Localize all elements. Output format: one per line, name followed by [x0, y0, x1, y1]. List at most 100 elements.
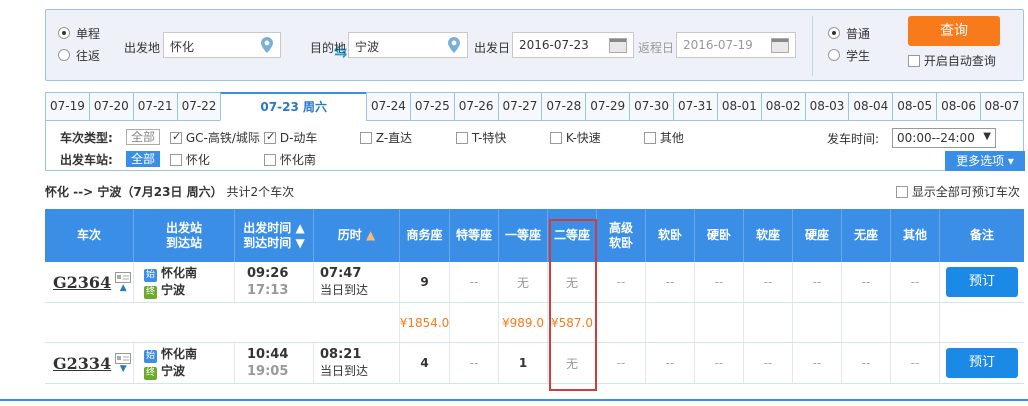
price-row: ¥1854.0 ¥989.0 ¥587.0 [45, 303, 1024, 343]
depart-date-input[interactable]: 2016-07-23 [512, 32, 634, 58]
th-time[interactable]: 出发时间 ▲ 到达时间 ▼ [235, 209, 314, 262]
radio-oneway[interactable]: 单程 [58, 26, 100, 41]
depart-label: 出发日 [474, 41, 511, 55]
filter-label: K-快速 [565, 131, 601, 145]
checkbox[interactable] [264, 130, 276, 144]
seat-soft-seat: -- [744, 343, 793, 383]
radio-roundtrip[interactable]: 往返 [58, 48, 100, 63]
date-tab[interactable]: 08-06 [936, 92, 981, 121]
depart-time-select[interactable]: 00:00--24:00 ▼ [892, 128, 996, 148]
return-value: 2016-07-19 [683, 38, 753, 52]
book-button[interactable]: 预订 [946, 267, 1018, 297]
date-tab[interactable]: 07-26 [453, 92, 498, 121]
th-hard-sleeper: 硬卧 [695, 209, 744, 262]
train-count: 共计2个车次 [226, 185, 295, 199]
table-row: G2364 ▲ 始怀化南 终宁波 09:26 17:13 07:47 当日到达 … [45, 262, 1024, 303]
th-soft-seat: 软座 [744, 209, 793, 262]
to-input[interactable]: 宁波 [348, 32, 468, 58]
price-empty [646, 303, 695, 342]
date-tab[interactable]: 07-28 [541, 92, 586, 121]
filter-k[interactable]: K-快速 [550, 129, 601, 146]
checkbox[interactable] [456, 132, 468, 144]
th-time-dep: 出发时间 ▲ [243, 220, 305, 235]
date-tab[interactable]: 07-20 [88, 92, 133, 121]
from-station: 始怀化南 [144, 347, 198, 363]
date-tab[interactable]: 08-02 [760, 92, 805, 121]
from-input[interactable]: 怀化 [163, 32, 281, 58]
station-huaihuanan[interactable]: 怀化南 [264, 151, 316, 168]
seat-first[interactable]: 无 [499, 262, 548, 302]
date-tab[interactable]: 08-03 [804, 92, 849, 121]
filter-gc[interactable]: GC-高铁/城际 [170, 129, 260, 146]
depart-time: 09:26 [247, 266, 289, 281]
book-button[interactable]: 预订 [946, 348, 1018, 378]
train-type-all-button[interactable]: 全部 [126, 129, 161, 145]
date-tab[interactable]: 07-30 [629, 92, 673, 121]
to-station: 终宁波 [144, 364, 186, 380]
date-tab[interactable]: 07-27 [497, 92, 542, 121]
station-cell: 始怀化南 终宁波 [134, 343, 235, 383]
show-all-checkbox[interactable]: 显示全部可预订车次 [896, 183, 1020, 200]
price-spacer [45, 303, 400, 342]
checkbox[interactable] [896, 186, 908, 198]
calendar-icon[interactable] [609, 38, 627, 53]
station-huaihua[interactable]: 怀化 [170, 151, 210, 168]
train-cell: G2364 ▲ [45, 262, 134, 302]
from-station: 始怀化南 [144, 266, 198, 282]
date-tab[interactable]: 07-31 [673, 92, 717, 121]
filter-z[interactable]: Z-直达 [360, 129, 412, 146]
date-tabs: 07-19 07-20 07-21 07-22 07-23 周六 07-24 07-25 07… [45, 92, 1024, 121]
train-number-link[interactable]: G2334 [53, 354, 111, 373]
seat-business[interactable]: 9 [400, 262, 450, 302]
seat-soft-sleeper: -- [646, 262, 695, 302]
checkbox[interactable] [170, 130, 182, 144]
date-tab[interactable]: 07-22 [176, 92, 221, 121]
more-options-button[interactable]: 更多选项 ▾ [945, 151, 1025, 171]
seat-hard-seat: -- [793, 262, 842, 302]
date-tab[interactable]: 08-01 [716, 92, 761, 121]
filter-d[interactable]: D-动车 [264, 129, 317, 146]
checkbox[interactable] [908, 55, 920, 67]
expand-arrow-icon: ▼ [119, 363, 127, 374]
calendar-icon[interactable] [771, 38, 789, 53]
date-tab[interactable]: 07-29 [585, 92, 630, 121]
radio-label: 学生 [846, 48, 871, 63]
station-name: 怀化 [185, 153, 210, 167]
auto-query-checkbox[interactable]: 开启自动查询 [908, 52, 996, 69]
checkbox[interactable] [264, 154, 276, 166]
seat-first[interactable]: 1 [499, 343, 548, 383]
table-row: G2334 ▼ 始怀化南 终宁波 10:44 19:05 08:21 当日到达 … [45, 343, 1024, 384]
date-tab[interactable]: 07-21 [132, 92, 177, 121]
query-button[interactable]: 查询 [908, 16, 1000, 46]
location-pin-icon [261, 37, 273, 53]
seat-hard-sleeper: -- [695, 262, 744, 302]
date-tab[interactable]: 07-24 [365, 92, 410, 121]
date-tab[interactable]: 07-25 [409, 92, 454, 121]
checkbox[interactable] [360, 132, 372, 144]
date-tab[interactable]: 08-05 [892, 92, 937, 121]
radio-student[interactable]: 学生 [828, 48, 871, 63]
arrive-note: 当日到达 [320, 364, 369, 378]
date-tab[interactable]: 07-23 周六 [220, 92, 366, 121]
train-detail-toggle[interactable]: ▲ [115, 271, 132, 293]
date-tab[interactable]: 08-04 [848, 92, 893, 121]
th-duration[interactable]: 历时 ▲ [314, 209, 400, 262]
checkbox[interactable] [644, 132, 656, 144]
radio-dot [828, 27, 840, 39]
date-tab[interactable]: 07-19 [45, 92, 89, 121]
checkbox[interactable] [550, 132, 562, 144]
train-number-link[interactable]: G2364 [53, 273, 111, 292]
station-all-button[interactable]: 全部 [126, 151, 161, 167]
filter-other[interactable]: 其他 [644, 129, 684, 146]
filter-t[interactable]: T-特快 [456, 129, 506, 146]
return-date-input[interactable]: 2016-07-19 [676, 32, 796, 58]
duration-cell: 08:21 当日到达 [314, 343, 400, 383]
seat-business[interactable]: 4 [400, 343, 450, 383]
radio-label: 普通 [846, 26, 871, 41]
train-detail-toggle[interactable]: ▼ [115, 352, 132, 374]
date-tab[interactable]: 08-07 [980, 92, 1024, 121]
radio-normal[interactable]: 普通 [828, 26, 871, 41]
price-empty [891, 303, 940, 342]
sort-up-icon: ▲ [295, 220, 305, 235]
checkbox[interactable] [170, 154, 182, 166]
